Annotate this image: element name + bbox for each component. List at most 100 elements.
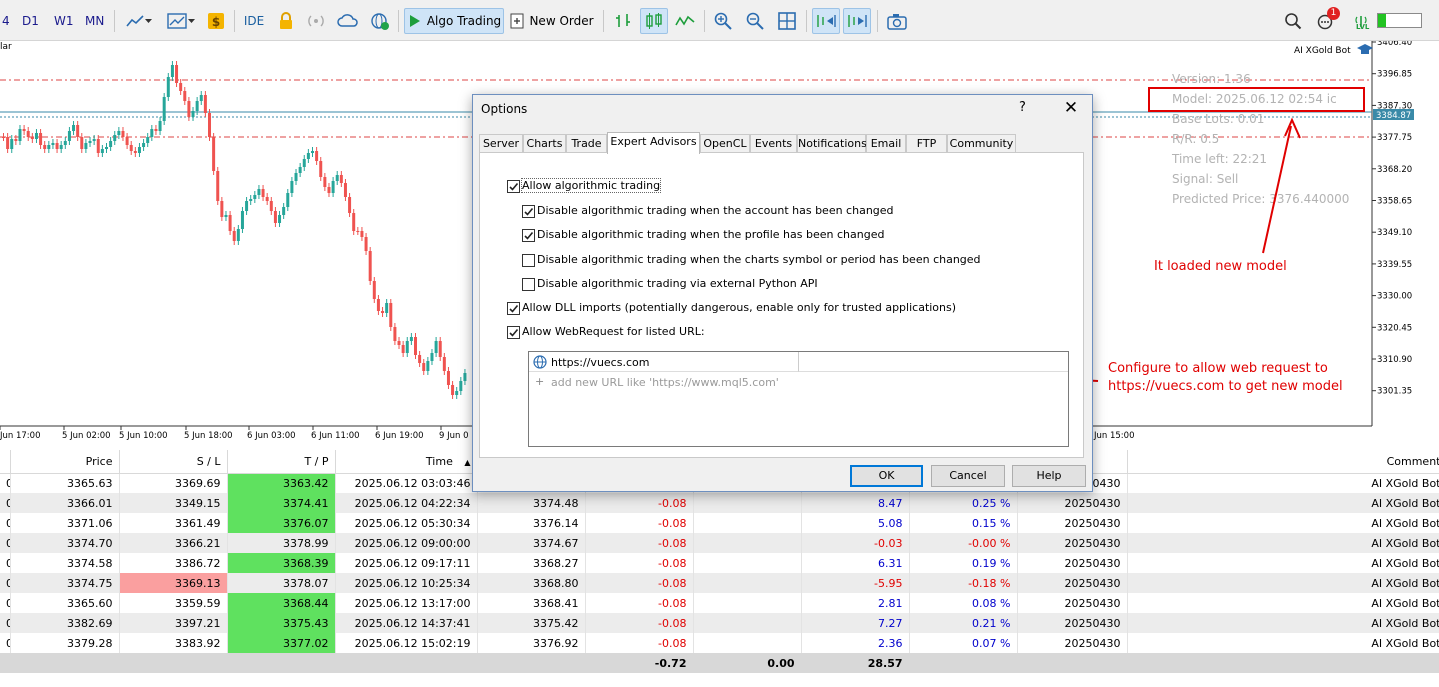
col-header-sl[interactable]: S / L (119, 450, 228, 474)
allow-webrequest-checkbox[interactable] (507, 326, 520, 339)
dialog-close-button[interactable]: ✕ (1061, 98, 1081, 118)
allow-dll-imports-label[interactable]: Allow DLL imports (potentially dangerous… (522, 301, 956, 314)
lock-icon (278, 12, 294, 30)
market-button[interactable]: $ (204, 8, 228, 34)
cell-percent: 0.19 % (909, 553, 1018, 573)
disable-on-symbol-change-label[interactable]: Disable algorithmic trading when the cha… (537, 253, 981, 266)
time-tick-label: 5 Jun 10:00 (119, 431, 168, 441)
disable-on-symbol-change-checkbox[interactable] (522, 254, 535, 267)
cancel-button[interactable]: Cancel (931, 465, 1005, 487)
ide-button[interactable]: IDE (239, 8, 269, 34)
webrequest-url-list[interactable]: https://vuecs.com + add new URL like 'ht… (528, 351, 1069, 447)
candle-body (59, 145, 63, 149)
tab-email[interactable]: Email (866, 134, 906, 153)
cell-sl: 3369.69 (119, 473, 228, 493)
table-row[interactable]: 013374.703366.213378.992025.06.12 09:00:… (0, 533, 1439, 553)
tab-expert-advisors[interactable]: Expert Advisors (607, 132, 700, 154)
allow-dll-imports-checkbox[interactable] (507, 302, 520, 315)
connection-strength-bar (1377, 13, 1422, 28)
table-row[interactable]: 013365.603359.593368.442025.06.12 13:17:… (0, 593, 1439, 613)
tab-opencl[interactable]: OpenCL (700, 134, 750, 153)
tile-windows-button[interactable] (774, 8, 800, 34)
chart-shift-button[interactable] (843, 8, 871, 34)
table-row[interactable]: 013374.753369.133378.072025.06.12 10:25:… (0, 573, 1439, 593)
col-header-time[interactable]: Time ▲ (335, 450, 478, 474)
screenshot-button[interactable] (883, 8, 911, 34)
timeframe-d1[interactable]: D1 (22, 14, 39, 28)
chart-templates-dropdown[interactable] (162, 8, 200, 34)
cell-id: 01 (0, 613, 11, 633)
timeframe-w1[interactable]: W1 (54, 14, 74, 28)
table-row[interactable]: 013371.063361.493376.072025.06.12 05:30:… (0, 513, 1439, 533)
url-list-item[interactable]: https://vuecs.com (529, 352, 799, 372)
candle-body (191, 111, 195, 117)
tab-trade[interactable]: Trade (566, 134, 607, 153)
candle-body (240, 211, 244, 229)
zoom-out-button[interactable] (742, 8, 768, 34)
candle-body (113, 135, 117, 141)
search-button[interactable] (1280, 8, 1306, 34)
cell-profit: 2.36 (801, 633, 910, 653)
lvl-button[interactable]: LVL (1348, 8, 1374, 34)
messages-button[interactable]: 1 (1311, 7, 1341, 34)
ok-button[interactable]: OK (850, 465, 923, 487)
help-button[interactable]: Help (1012, 465, 1086, 487)
cell-sl: 3383.92 (119, 633, 228, 653)
candle-body (249, 199, 253, 201)
auto-scroll-button[interactable] (812, 8, 840, 34)
tab-server[interactable]: Server (479, 134, 523, 153)
cell-tp: 3378.07 (227, 573, 336, 593)
allow-algo-trading-label[interactable]: Allow algorithmic trading (520, 178, 662, 193)
cloud-button[interactable] (335, 8, 361, 34)
table-row[interactable]: 013366.013349.153374.412025.06.12 04:22:… (0, 493, 1439, 513)
new-order-button[interactable]: New Order (509, 8, 595, 34)
allow-webrequest-label[interactable]: Allow WebRequest for listed URL: (522, 325, 705, 338)
indicators-dropdown[interactable] (120, 8, 158, 34)
col-header-id[interactable] (0, 450, 11, 474)
time-tick-label: 6 Jun 11:00 (311, 431, 360, 441)
allow-algo-trading-checkbox[interactable] (507, 180, 520, 193)
tab-notifications[interactable]: Notifications (797, 134, 867, 153)
tab-events[interactable]: Events (750, 134, 797, 153)
disable-python-api-checkbox[interactable] (522, 278, 535, 291)
cell-magic: 20250430 (1017, 613, 1128, 633)
vps-lock-button[interactable] (273, 8, 299, 34)
candle-body (298, 167, 302, 173)
tab-community[interactable]: Community (947, 134, 1016, 153)
disable-on-account-change-checkbox[interactable] (522, 205, 535, 218)
table-row[interactable]: 013379.283383.923377.022025.06.12 15:02:… (0, 633, 1439, 653)
candle-body (302, 159, 306, 167)
algo-trading-button[interactable]: Algo Trading (404, 8, 504, 34)
price-tick-label: 3330.00 (1377, 292, 1412, 302)
network-button[interactable] (367, 8, 393, 34)
candlestick-button[interactable] (640, 8, 668, 34)
col-header-tp[interactable]: T / P (227, 450, 336, 474)
table-row[interactable]: 013382.693397.213375.432025.06.12 14:37:… (0, 613, 1439, 633)
candle-body (348, 197, 352, 213)
dialog-help-icon[interactable]: ? (1019, 100, 1026, 115)
candle-body (286, 193, 290, 207)
candle-body (146, 137, 150, 143)
candle-body (438, 341, 442, 357)
candle-body (76, 125, 80, 137)
candle-body (360, 231, 364, 237)
disable-on-profile-change-checkbox[interactable] (522, 229, 535, 242)
timeframe-mn[interactable]: MN (85, 14, 104, 28)
tab-charts[interactable]: Charts (523, 134, 566, 153)
col-header-comment[interactable]: Comment (1127, 450, 1439, 474)
timeframe-4[interactable]: 4 (2, 14, 10, 28)
disable-on-profile-change-label[interactable]: Disable algorithmic trading when the pro… (537, 228, 884, 241)
disable-on-account-change-label[interactable]: Disable algorithmic trading when the acc… (537, 204, 894, 217)
candle-body (183, 91, 187, 101)
col-header-price[interactable]: Price (10, 450, 120, 474)
bar-chart-button[interactable] (610, 8, 636, 34)
line-chart-button[interactable] (672, 8, 698, 34)
table-row[interactable]: 013374.583386.723368.392025.06.12 09:17:… (0, 553, 1439, 573)
zoom-in-button[interactable] (710, 8, 736, 34)
cell-comment: AI XGold Bot (1127, 573, 1439, 593)
add-url-row[interactable]: + add new URL like 'https://www.mql5.com… (529, 374, 1068, 392)
tab-ftp[interactable]: FTP (906, 134, 947, 153)
disable-python-api-label[interactable]: Disable algorithmic trading via external… (537, 277, 818, 290)
signals-button[interactable] (303, 8, 329, 34)
cell-tp: 3378.99 (227, 533, 336, 553)
